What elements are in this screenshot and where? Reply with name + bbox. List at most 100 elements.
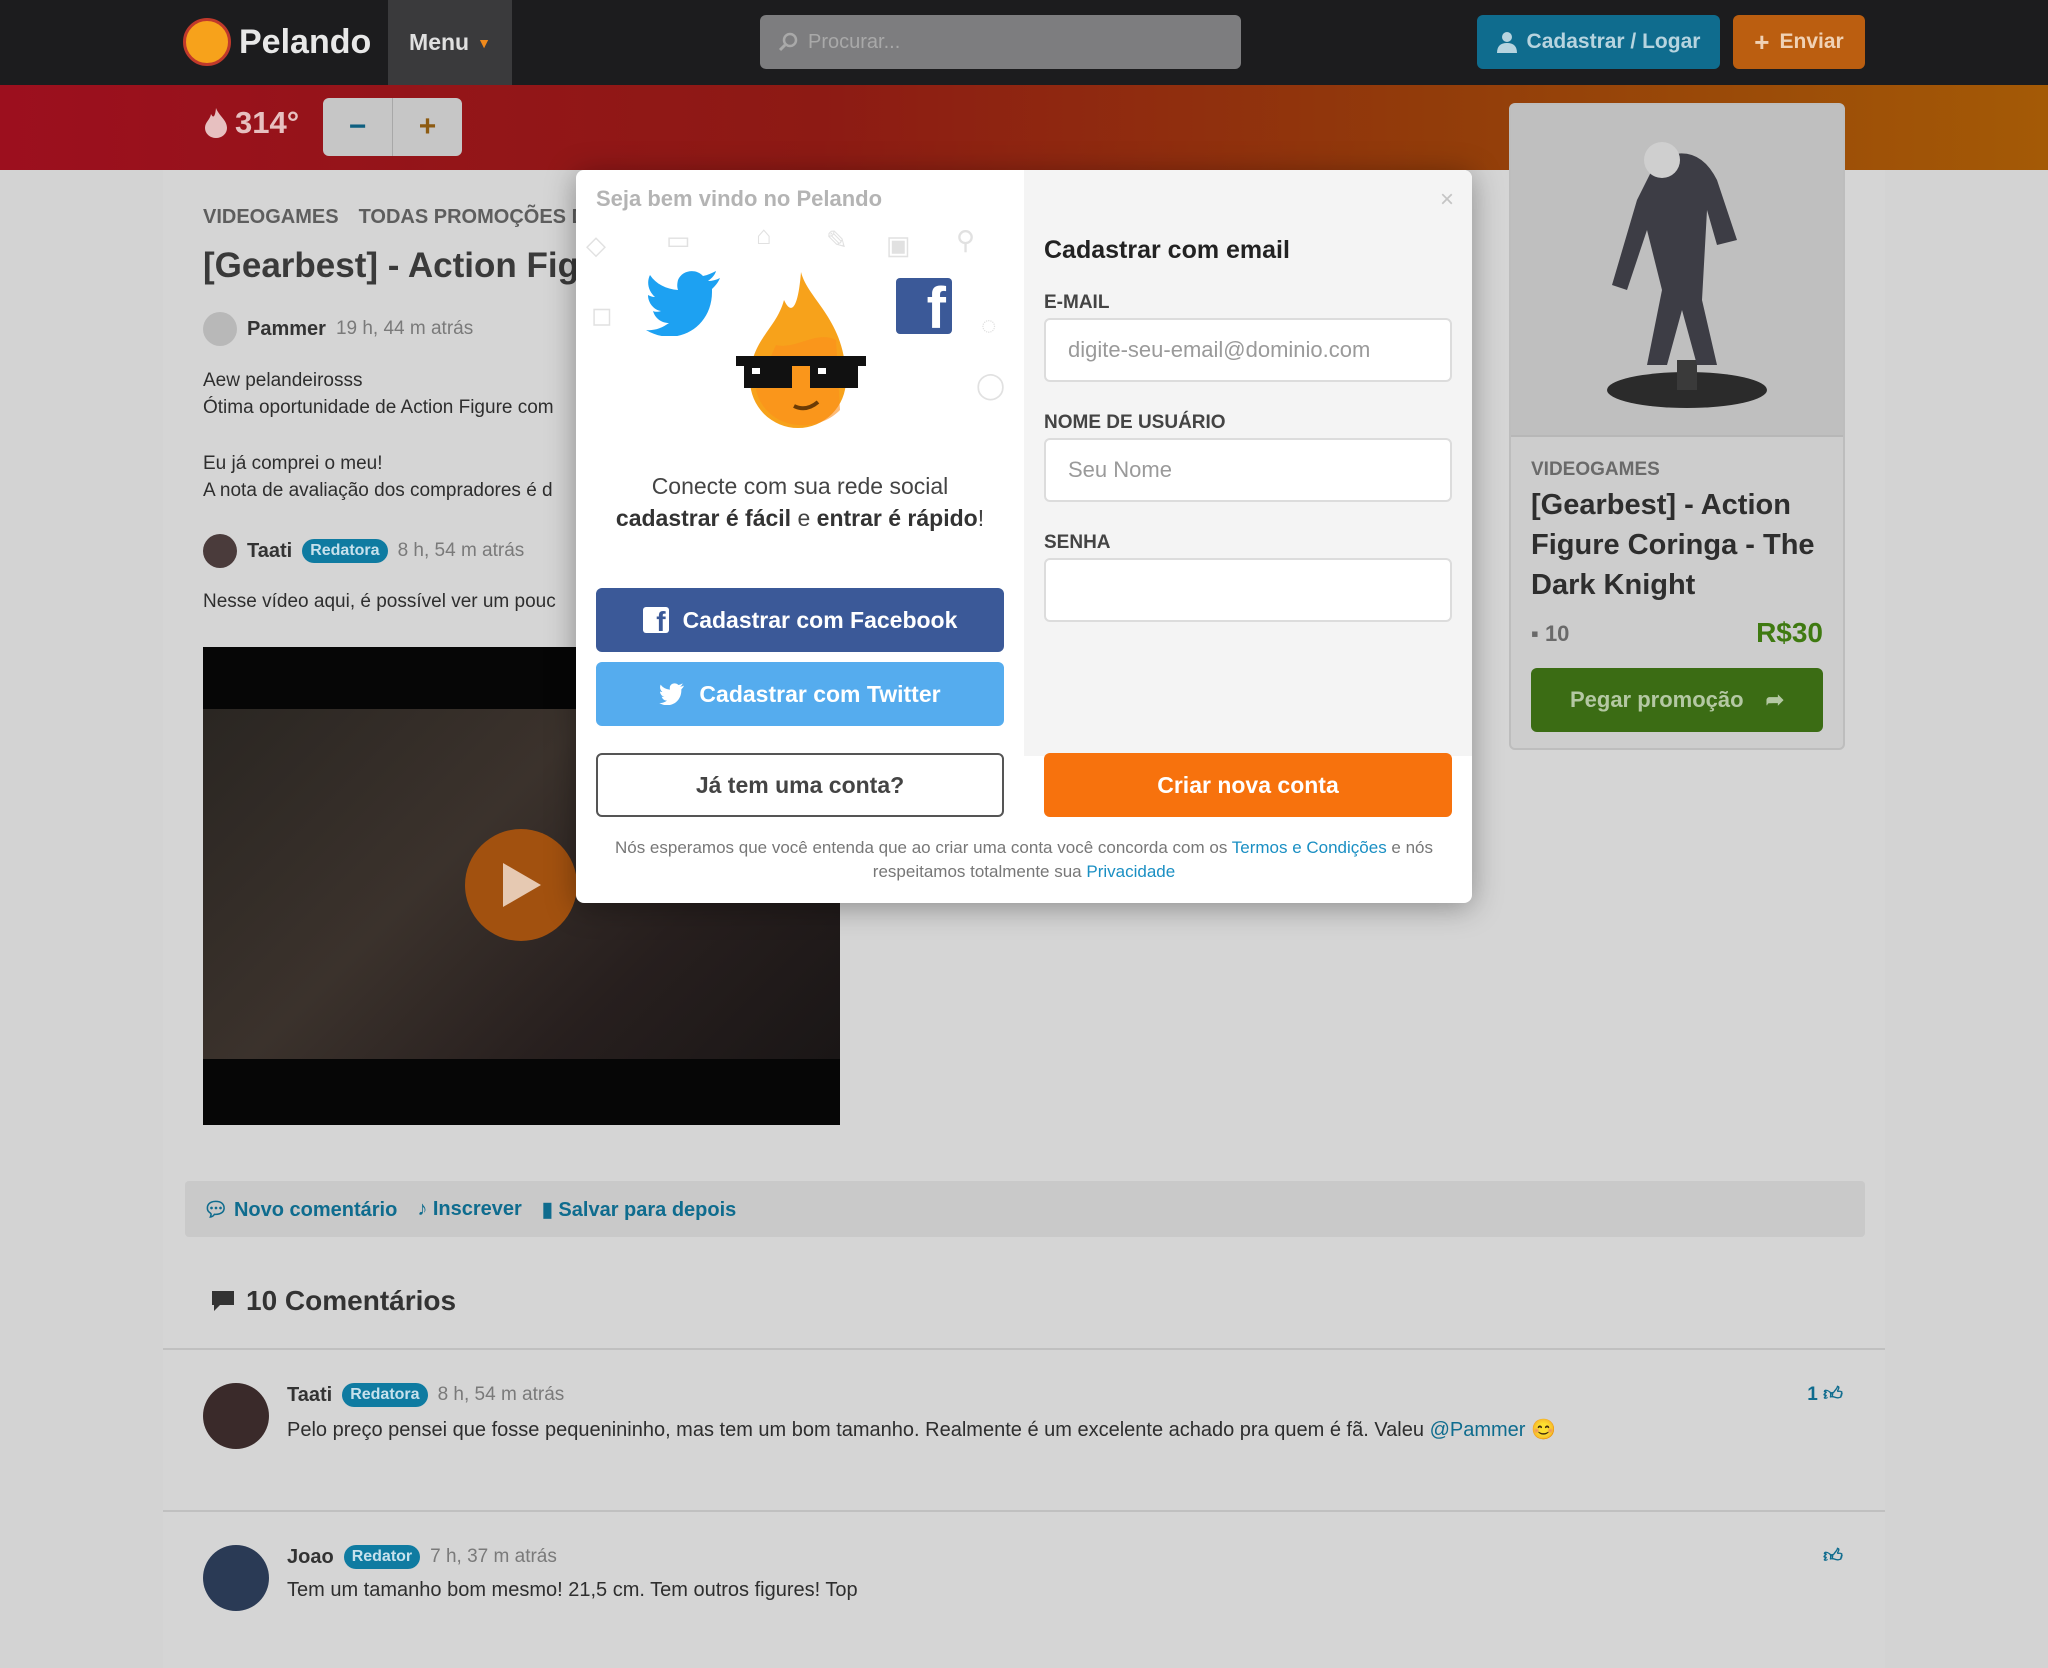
breadcrumb: VIDEOGAMES TODAS PROMOÇÕES D [203,206,586,229]
facebook-icon: f [642,607,669,633]
search-input[interactable]: Procurar... [760,15,1241,69]
vote-down-button[interactable]: − [323,98,393,156]
temperature-value: 314° [235,105,300,140]
doodle-icon: ✎ [826,225,848,255]
avatar[interactable] [203,534,237,568]
user-icon [1496,32,1517,53]
privacy-link[interactable]: Privacidade [1086,862,1175,881]
send-label: Enviar [1779,30,1844,53]
role-badge: Redator [343,1545,421,1569]
pelando-mascot-icon [736,272,866,428]
login-label: Cadastrar / Logar [1526,30,1701,53]
create-account-button[interactable]: Criar nova conta [1044,753,1452,817]
comment-text: Tem um tamanho bom mesmo! 21,5 cm. Tem o… [287,1579,858,1601]
desc-line: Aew pelandeirosss [203,370,363,391]
login-button[interactable]: Cadastrar / Logar [1477,15,1720,69]
deal-description: Aew pelandeirosss Ótima oportunidade de … [203,367,554,421]
send-deal-button[interactable]: + Enviar [1733,15,1865,69]
comment-text: Pelo preço pensei que fosse pequenininho… [287,1417,1556,1442]
subscribe-label: Inscrever [432,1197,522,1220]
sidebar-price: R$30 [1756,617,1823,648]
desc-line: Eu já comprei o meu! [203,453,383,474]
subscribe-link[interactable]: ♪ Inscrever [417,1198,522,1221]
like-button[interactable]: 1 👍︎ [1807,1383,1843,1406]
desc-line: Ótima oportunidade de Action Figure com [203,397,554,418]
breadcrumb-item[interactable]: TODAS PROMOÇÕES D [359,206,586,229]
logo-text: Pelando [239,22,372,61]
save-later-link[interactable]: ▮ Salvar para depois [542,1197,736,1222]
vote-up-button[interactable]: + [393,98,462,156]
logo[interactable]: Pelando [183,18,371,66]
twitter-bird-icon [646,271,720,336]
facebook-signup-button[interactable]: f Cadastrar com Facebook [596,588,1004,652]
bell-icon: ♪ [417,1197,428,1220]
divider [163,1510,1885,1512]
sidebar-deal-title[interactable]: [Gearbest] - Action Figure Coringa - The… [1531,485,1831,605]
product-image[interactable] [1511,105,1843,437]
existing-account-button[interactable]: Já tem uma conta? [596,753,1004,817]
signup-modal: Seja bem vindo no Pelando × ◇ ▭ ⌂ ✎ ▣ ⚲ … [576,170,1472,903]
new-comment-link[interactable]: 💬︎ Novo comentário [203,1197,397,1222]
like-count: 1 [1807,1384,1818,1405]
plus-icon: + [1754,26,1770,57]
breadcrumb-item[interactable]: VIDEOGAMES [203,206,339,229]
play-icon [503,863,541,907]
reviewer: Taati Redatora 8 h, 54 m atrás [203,534,524,568]
comments-count-title: 10 Comentários [246,1285,457,1316]
temperature-display: 314° [205,105,299,141]
logo-mascot-icon [183,18,231,66]
connect-mid: e [791,505,817,531]
doodle-icon: ◻ [591,300,613,330]
avatar[interactable] [203,1545,269,1611]
search-placeholder: Procurar... [808,30,901,53]
comment-item: Taati Redatora 8 h, 54 m atrás Pelo preç… [203,1383,1843,1463]
vote-controls: − + [323,98,462,156]
password-field[interactable] [1044,558,1452,622]
comment-author[interactable]: Taati [287,1384,332,1407]
review-text: Nesse vídeo aqui, é possível ver um pouc [203,591,556,612]
reviewer-name[interactable]: Taati [247,540,292,563]
comment-header: Joao Redator 7 h, 37 m atrás [287,1545,557,1569]
twitter-signup-button[interactable]: Cadastrar com Twitter [596,662,1004,726]
play-button[interactable] [465,829,577,941]
flame-icon [205,108,227,138]
terms-link[interactable]: Termos e Condições [1232,838,1387,857]
password-label: SENHA [1044,532,1111,553]
doodle-icon: ◯ [976,370,1006,400]
avatar[interactable] [203,312,237,346]
menu-label: Menu [409,29,470,55]
bookmark-icon: ▮ [541,1198,553,1221]
email-field[interactable] [1044,318,1452,382]
avatar[interactable] [203,1383,269,1449]
like-button[interactable]: 👍︎ [1823,1545,1843,1568]
doodle-icon: ◌ [981,310,997,340]
thumbs-up-icon: 👍︎ [1823,1384,1843,1405]
deal-author: Pammer 19 h, 44 m atrás [203,312,473,346]
get-deal-label: Pegar promoção [1569,687,1744,712]
get-deal-button[interactable]: Pegar promoção ➦ [1531,668,1823,732]
comment-icon [212,1291,234,1311]
facebook-signup-label: Cadastrar com Facebook [682,606,958,633]
menu-button[interactable]: Menu ▼ [388,0,512,85]
sidebar-comment-count: ▪ 10 [1531,621,1569,647]
emoji-icon: 😊 [1531,1419,1556,1441]
terms-prefix: Nós esperamos que você entenda que ao cr… [614,838,1232,857]
divider [163,1348,1885,1350]
search-icon [778,32,798,52]
connect-bold: entrar é rápido [816,505,978,531]
author-name[interactable]: Pammer [247,318,326,341]
mention-link[interactable]: @Pammer [1430,1419,1526,1441]
sidebar-category[interactable]: VIDEOGAMES [1531,459,1660,481]
comment-author[interactable]: Joao [287,1546,334,1569]
deal-sidebar-card: VIDEOGAMES [Gearbest] - Action Figure Co… [1509,103,1845,750]
comment-time: 8 h, 54 m atrás [437,1384,565,1405]
social-connect-text: Conecte com sua rede social cadastrar é … [596,470,1004,534]
username-field[interactable] [1044,438,1452,502]
comment-header: Taati Redatora 8 h, 54 m atrás [287,1383,564,1407]
role-badge: Redatora [342,1383,428,1407]
terms-text: Nós esperamos que você entenda que ao cr… [596,836,1452,884]
sidebar-comments-value: 10 [1544,621,1570,646]
close-icon[interactable]: × [1440,186,1454,214]
deal-actions-bar: 💬︎ Novo comentário ♪ Inscrever ▮ Salvar … [185,1181,1865,1237]
comments-heading: 10 Comentários [210,1285,456,1317]
